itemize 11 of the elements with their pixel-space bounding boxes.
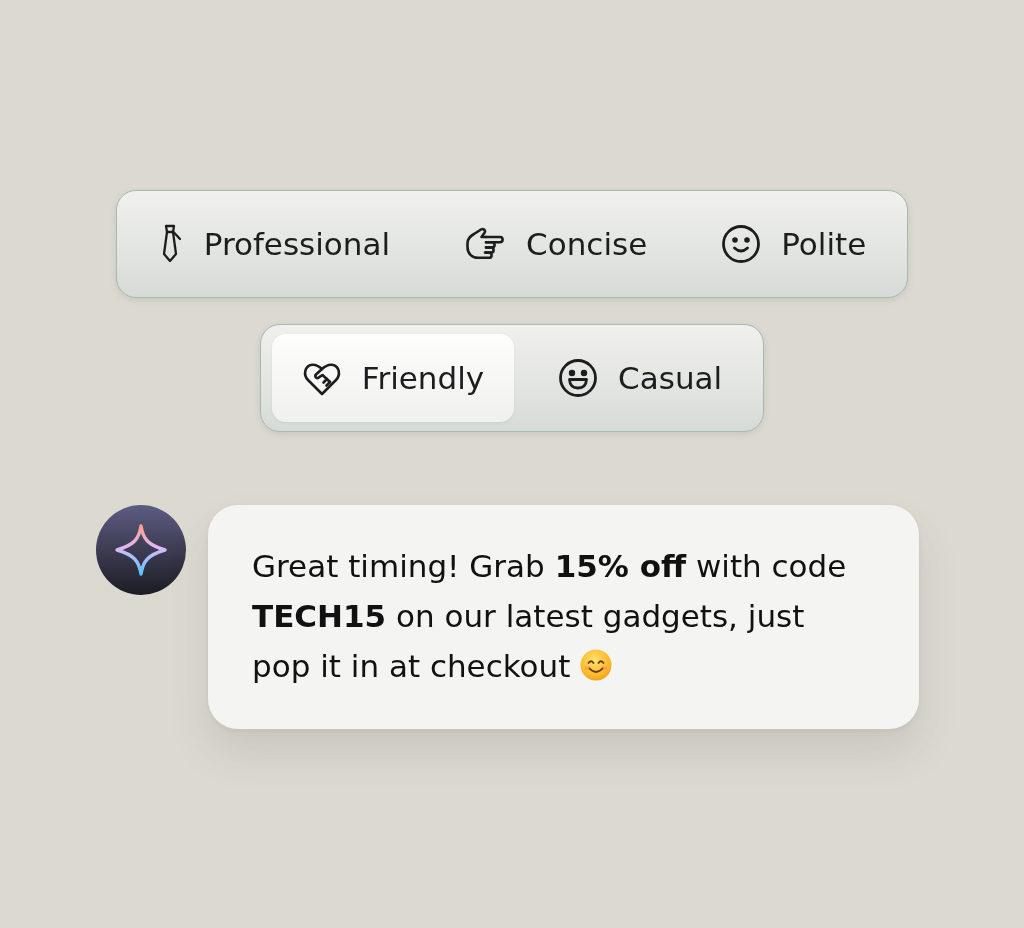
tone-tab[interactable]: Polite <box>691 200 897 288</box>
pointing-hand-icon <box>464 226 507 262</box>
grinning-face-icon <box>558 358 599 398</box>
smiley-face-icon <box>721 224 762 264</box>
sparkle-avatar-icon <box>96 505 186 595</box>
tone-tab[interactable]: Concise <box>434 200 678 288</box>
smiling-face-icon <box>580 649 613 681</box>
tone-tab[interactable]: Friendly <box>271 334 515 422</box>
tone-tab[interactable]: Professional <box>127 200 421 288</box>
tone-tab[interactable]: Casual <box>528 334 753 422</box>
message-text: Great timing! Grab 15% off with code TECH15 on our latest gadgets, just pop it in at checkout <box>252 548 847 684</box>
